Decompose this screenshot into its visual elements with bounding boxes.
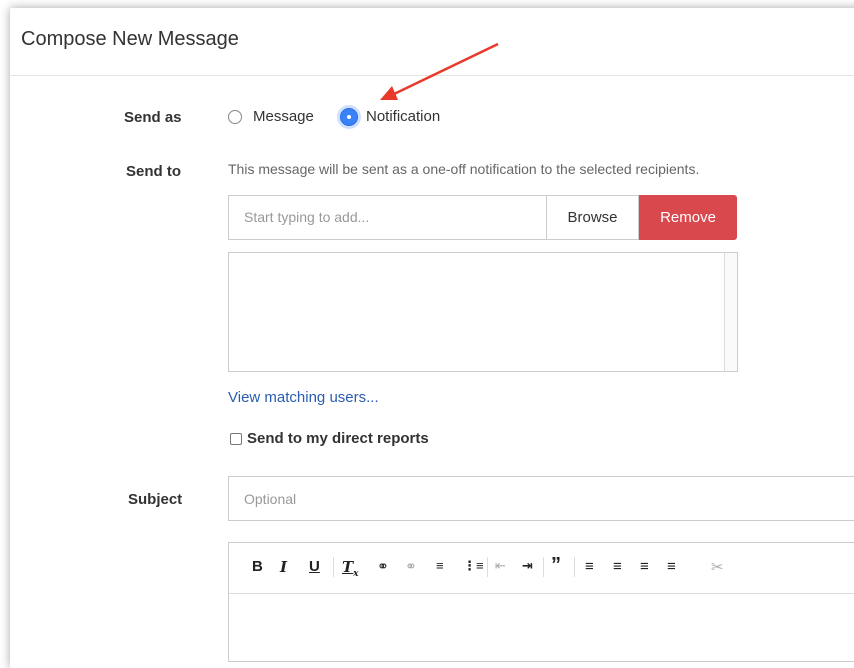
arrow-line <box>391 42 499 97</box>
annotation-arrow <box>380 42 499 100</box>
